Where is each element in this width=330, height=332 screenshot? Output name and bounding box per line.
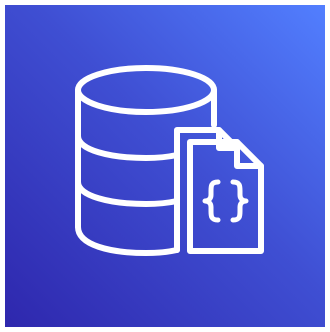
service-icon-tile <box>5 5 325 327</box>
front-document-icon <box>187 139 264 254</box>
code-braces-icon <box>202 179 249 223</box>
database-cylinder-icon <box>75 65 217 256</box>
database-document-icon <box>75 65 264 256</box>
back-document-icon <box>174 127 240 253</box>
